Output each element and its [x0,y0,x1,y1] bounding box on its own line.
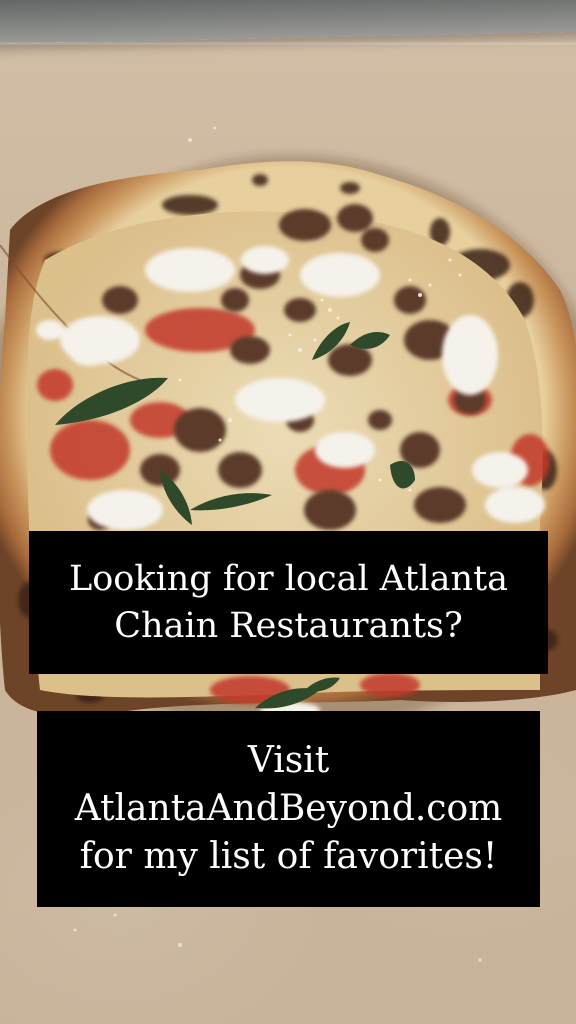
caption-box-call-to-action: Visit AtlantaAndBeyond.com for my list o… [37,711,540,907]
caption-line: Visit [247,740,330,781]
story-photo: Looking for local Atlanta Chain Restaura… [0,0,576,1024]
caption-line: for my list of favorites! [79,836,498,877]
caption-box-question: Looking for local Atlanta Chain Restaura… [29,531,548,674]
caption-line: Looking for local Atlanta [68,558,509,599]
caption-line: Chain Restaurants? [114,605,463,646]
caption-website-link[interactable]: AtlantaAndBeyond.com [75,785,503,833]
